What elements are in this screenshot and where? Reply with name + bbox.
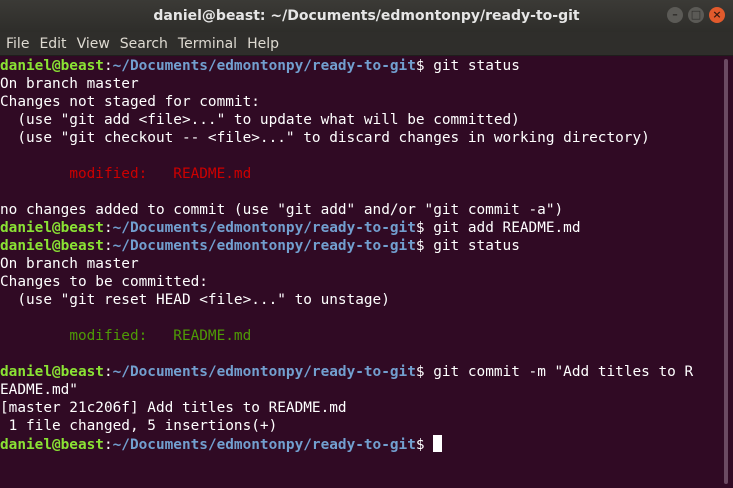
prompt-symbol: $ — [415, 220, 425, 236]
command-text: git status — [424, 58, 520, 74]
prompt-user: daniel@beast — [0, 58, 104, 74]
minimize-button[interactable]: – — [667, 7, 683, 23]
prompt-symbol: $ — [415, 58, 425, 74]
menu-edit[interactable]: Edit — [35, 36, 70, 52]
output-text: EADME.md" — [0, 382, 78, 398]
prompt-user: daniel@beast — [0, 238, 104, 254]
output-text: On branch master — [0, 256, 139, 272]
output-line: 1 file changed, 5 insertions(+) — [0, 417, 719, 435]
output-text: Changes to be committed: — [0, 274, 208, 290]
prompt-path: ~/Documents/edmontonpy/ready-to-git — [112, 364, 416, 380]
prompt-line: daniel@beast:~/Documents/edmontonpy/read… — [0, 237, 719, 255]
file-status-text: modified: README.md — [0, 328, 252, 344]
prompt-user: daniel@beast — [0, 364, 104, 380]
file-status-text: modified: README.md — [0, 166, 252, 182]
prompt-separator: : — [103, 238, 113, 254]
output-line: Changes to be committed: — [0, 273, 719, 291]
prompt-path: ~/Documents/edmontonpy/ready-to-git — [112, 437, 416, 453]
menu-terminal[interactable]: Terminal — [174, 36, 241, 52]
output-line: (use "git add <file>..." to update what … — [0, 111, 719, 129]
output-line: Changes not staged for commit: — [0, 93, 719, 111]
output-line: EADME.md" — [0, 381, 719, 399]
output-line: On branch master — [0, 75, 719, 93]
menu-view[interactable]: View — [73, 36, 114, 52]
prompt-user: daniel@beast — [0, 437, 104, 453]
command-text: git status — [424, 238, 520, 254]
scrollbar[interactable] — [719, 57, 733, 488]
output-text: Changes not staged for commit: — [0, 94, 260, 110]
command-text — [425, 437, 434, 453]
prompt-line: daniel@beast:~/Documents/edmontonpy/read… — [0, 219, 719, 237]
window-controls: – □ × — [667, 7, 725, 23]
close-button[interactable]: × — [709, 7, 725, 23]
window-titlebar[interactable]: daniel@beast: ~/Documents/edmontonpy/rea… — [0, 0, 733, 32]
prompt-separator: : — [103, 364, 113, 380]
menu-bar: File Edit View Search Terminal Help — [0, 32, 733, 56]
output-line: no changes added to commit (use "git add… — [0, 201, 719, 219]
output-line: On branch master — [0, 255, 719, 273]
scrollbar-thumb[interactable] — [724, 59, 728, 484]
menu-help[interactable]: Help — [243, 36, 283, 52]
output-line: modified: README.md — [0, 165, 719, 183]
prompt-separator: : — [103, 437, 113, 453]
window-title: daniel@beast: ~/Documents/edmontonpy/rea… — [153, 8, 580, 24]
output-text: 1 file changed, 5 insertions(+) — [0, 418, 278, 434]
output-text: On branch master — [0, 76, 139, 92]
cursor-block — [433, 435, 443, 452]
output-line: (use "git checkout -- <file>..." to disc… — [0, 129, 719, 147]
prompt-separator: : — [103, 220, 113, 236]
prompt-user: daniel@beast — [0, 220, 104, 236]
menu-file[interactable]: File — [2, 36, 33, 52]
prompt-line: daniel@beast:~/Documents/edmontonpy/read… — [0, 435, 719, 453]
terminal-lines: daniel@beast:~/Documents/edmontonpy/read… — [0, 57, 719, 453]
terminal-output[interactable]: daniel@beast:~/Documents/edmontonpy/read… — [0, 57, 719, 488]
prompt-path: ~/Documents/edmontonpy/ready-to-git — [112, 220, 416, 236]
prompt-symbol: $ — [415, 238, 425, 254]
prompt-separator: : — [103, 58, 113, 74]
output-line: modified: README.md — [0, 327, 719, 345]
output-line: [master 21c206f] Add titles to README.md — [0, 399, 719, 417]
prompt-line: daniel@beast:~/Documents/edmontonpy/read… — [0, 363, 719, 381]
output-text: (use "git checkout -- <file>..." to disc… — [0, 130, 650, 146]
output-text: (use "git add <file>..." to update what … — [0, 112, 520, 128]
output-line: (use "git reset HEAD <file>..." to unsta… — [0, 291, 719, 309]
prompt-path: ~/Documents/edmontonpy/ready-to-git — [112, 238, 416, 254]
menu-search[interactable]: Search — [116, 36, 172, 52]
output-text: [master 21c206f] Add titles to README.md — [0, 400, 347, 416]
output-text: no changes added to commit (use "git add… — [0, 202, 564, 218]
output-text: (use "git reset HEAD <file>..." to unsta… — [0, 292, 390, 308]
command-text: git add README.md — [424, 220, 581, 236]
prompt-line: daniel@beast:~/Documents/edmontonpy/read… — [0, 57, 719, 75]
command-text: git commit -m "Add titles to R — [424, 364, 694, 380]
prompt-symbol: $ — [415, 364, 425, 380]
prompt-path: ~/Documents/edmontonpy/ready-to-git — [112, 58, 416, 74]
prompt-symbol: $ — [415, 437, 425, 453]
maximize-button[interactable]: □ — [688, 7, 704, 23]
